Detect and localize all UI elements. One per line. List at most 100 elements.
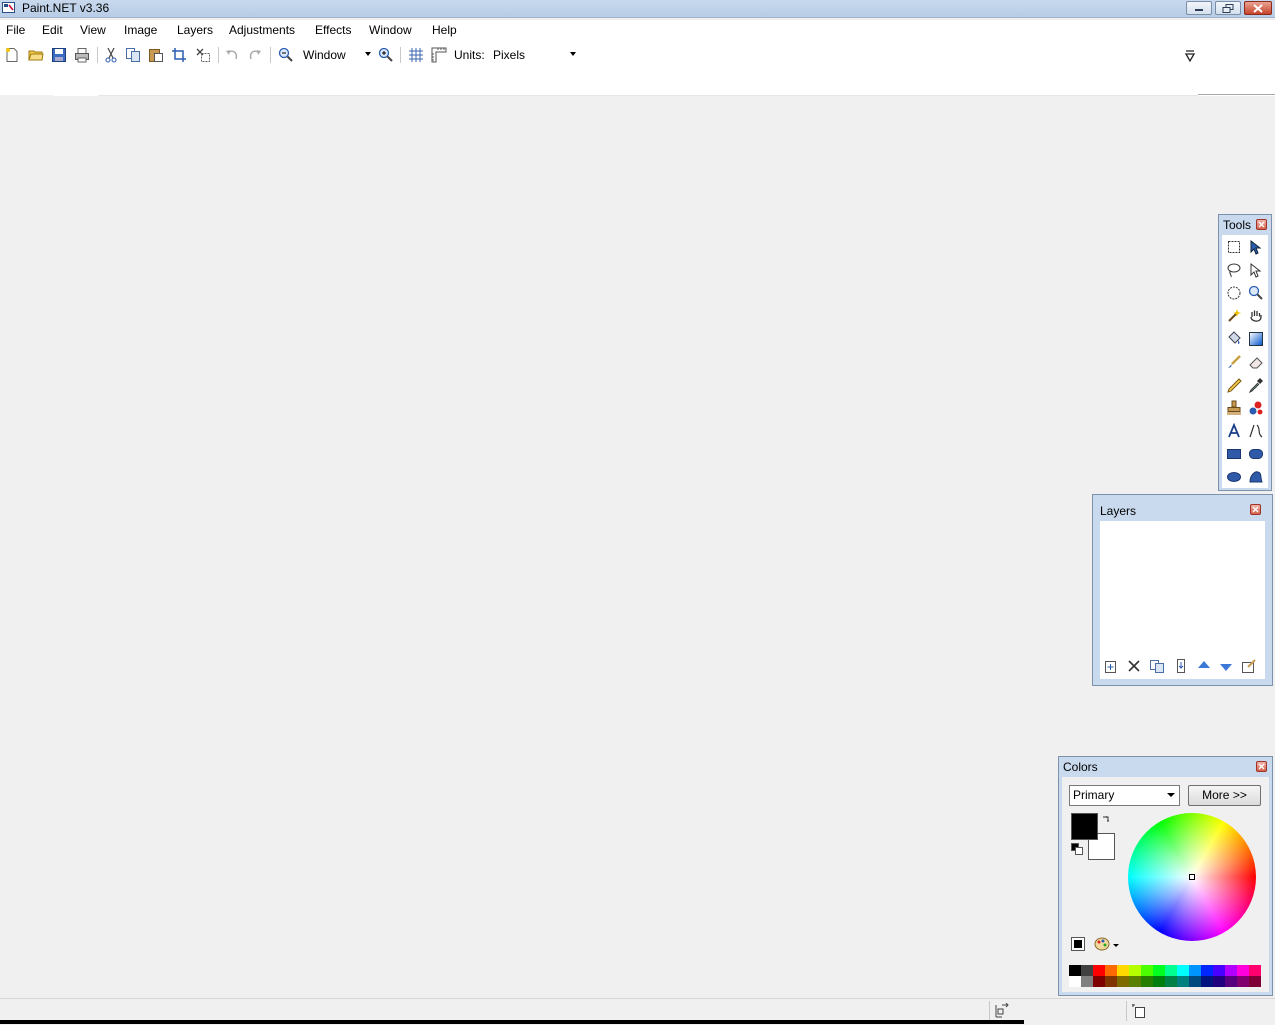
- palette-swatch[interactable]: [1153, 965, 1165, 976]
- restore-button[interactable]: [1215, 1, 1241, 15]
- layer-properties-icon[interactable]: [1241, 658, 1257, 674]
- minimize-button[interactable]: [1186, 1, 1212, 15]
- grid-icon[interactable]: [408, 47, 424, 63]
- palette-swatch[interactable]: [1165, 965, 1177, 976]
- line-curve-icon[interactable]: [1248, 423, 1264, 439]
- menu-effects[interactable]: Effects: [315, 23, 351, 37]
- rectangle-icon[interactable]: [1226, 446, 1242, 462]
- palette-swatch[interactable]: [1165, 976, 1177, 987]
- palette-swatch[interactable]: [1105, 976, 1117, 987]
- palette-swatch[interactable]: [1093, 965, 1105, 976]
- zoom-combo[interactable]: Window: [299, 45, 374, 64]
- paste-icon[interactable]: [148, 47, 164, 63]
- colors-panel-close-button[interactable]: [1256, 761, 1267, 772]
- pencil-icon[interactable]: [1226, 377, 1242, 393]
- delete-layer-icon[interactable]: [1126, 658, 1142, 674]
- crop-icon[interactable]: [171, 47, 187, 63]
- open-icon[interactable]: [28, 47, 44, 63]
- text-icon[interactable]: [1226, 423, 1242, 439]
- palette-swatch[interactable]: [1237, 976, 1249, 987]
- color-picker-icon[interactable]: [1248, 377, 1264, 393]
- gradient-icon[interactable]: [1248, 331, 1264, 347]
- print-icon[interactable]: [74, 47, 90, 63]
- copy-icon[interactable]: [125, 47, 141, 63]
- primary-color-swatch[interactable]: [1071, 813, 1098, 840]
- menu-layers[interactable]: Layers: [177, 23, 213, 37]
- clone-stamp-icon[interactable]: [1226, 400, 1242, 416]
- layers-panel-close-button[interactable]: [1250, 504, 1261, 515]
- palette-swatch[interactable]: [1117, 965, 1129, 976]
- zoom-icon[interactable]: [1248, 285, 1264, 301]
- palette-swatch[interactable]: [1201, 965, 1213, 976]
- lasso-select-icon[interactable]: [1226, 262, 1242, 278]
- merge-layer-down-icon[interactable]: [1173, 658, 1189, 674]
- new-icon[interactable]: [4, 47, 20, 63]
- palette-swatch[interactable]: [1105, 965, 1117, 976]
- redo-icon[interactable]: [247, 47, 263, 63]
- close-window-button[interactable]: [1244, 1, 1272, 15]
- palette-swatch[interactable]: [1237, 965, 1249, 976]
- rectangle-select-icon[interactable]: [1226, 239, 1242, 255]
- palette-swatch[interactable]: [1189, 965, 1201, 976]
- cut-icon[interactable]: [103, 47, 119, 63]
- color-mode-select[interactable]: Primary: [1069, 785, 1180, 806]
- palette-swatch[interactable]: [1249, 976, 1261, 987]
- swap-colors-icon[interactable]: [1101, 815, 1111, 825]
- move-selected-pixels-icon[interactable]: [1248, 239, 1264, 255]
- undo-icon[interactable]: [224, 47, 240, 63]
- palette-swatch[interactable]: [1177, 965, 1189, 976]
- menu-adjustments[interactable]: Adjustments: [229, 23, 295, 37]
- add-layer-icon[interactable]: [1103, 658, 1119, 674]
- paint-bucket-icon[interactable]: [1226, 331, 1242, 347]
- palette-swatch[interactable]: [1249, 965, 1261, 976]
- freeform-shape-icon[interactable]: [1248, 469, 1264, 485]
- palette-swatch[interactable]: [1213, 976, 1225, 987]
- menu-image[interactable]: Image: [124, 23, 157, 37]
- palette-swatch[interactable]: [1081, 965, 1093, 976]
- move-layer-up-icon[interactable]: [1196, 658, 1212, 674]
- magic-wand-icon[interactable]: [1226, 308, 1242, 324]
- palette-swatch[interactable]: [1153, 976, 1165, 987]
- palette-menu-icon[interactable]: [1094, 937, 1110, 951]
- color-wheel-marker[interactable]: [1189, 874, 1195, 880]
- menu-help[interactable]: Help: [432, 23, 457, 37]
- eraser-icon[interactable]: [1248, 354, 1264, 370]
- chevron-down-icon[interactable]: [1113, 944, 1119, 947]
- save-icon[interactable]: [51, 47, 67, 63]
- palette-swatch[interactable]: [1213, 965, 1225, 976]
- palette-swatch[interactable]: [1093, 976, 1105, 987]
- palette-swatch[interactable]: [1225, 965, 1237, 976]
- palette-swatch[interactable]: [1081, 976, 1093, 987]
- deselect-icon[interactable]: [195, 47, 211, 63]
- palette-swatch[interactable]: [1129, 965, 1141, 976]
- palette-swatch[interactable]: [1117, 976, 1129, 987]
- menu-edit[interactable]: Edit: [42, 23, 63, 37]
- zoom-in-icon[interactable]: [378, 47, 394, 63]
- move-layer-down-icon[interactable]: [1218, 658, 1234, 674]
- ellipse-icon[interactable]: [1226, 469, 1242, 485]
- menu-view[interactable]: View: [80, 23, 106, 37]
- palette-swatch[interactable]: [1141, 965, 1153, 976]
- move-selection-icon[interactable]: [1248, 262, 1264, 278]
- pan-icon[interactable]: [1248, 308, 1264, 324]
- palette-swatch[interactable]: [1069, 965, 1081, 976]
- palette-swatch[interactable]: [1129, 976, 1141, 987]
- palette-swatch[interactable]: [1177, 976, 1189, 987]
- tools-panel-close-button[interactable]: [1256, 219, 1267, 230]
- palette-swatch[interactable]: [1201, 976, 1213, 987]
- add-to-palette-icon[interactable]: [1071, 937, 1085, 951]
- paintbrush-icon[interactable]: [1226, 354, 1242, 370]
- units-combo[interactable]: Pixels: [489, 45, 579, 64]
- rounded-rectangle-icon[interactable]: [1248, 446, 1264, 462]
- menu-window[interactable]: Window: [369, 23, 412, 37]
- palette-swatch[interactable]: [1141, 976, 1153, 987]
- zoom-out-icon[interactable]: [278, 47, 294, 63]
- palette-swatch[interactable]: [1189, 976, 1201, 987]
- ellipse-select-icon[interactable]: [1226, 285, 1242, 301]
- toolbar-overflow-icon[interactable]: [1182, 49, 1198, 65]
- more-colors-button[interactable]: More >>: [1188, 785, 1261, 806]
- reset-colors-icon[interactable]: [1071, 843, 1083, 855]
- menu-file[interactable]: File: [6, 23, 25, 37]
- layers-list[interactable]: [1100, 521, 1265, 679]
- recolor-icon[interactable]: [1248, 400, 1264, 416]
